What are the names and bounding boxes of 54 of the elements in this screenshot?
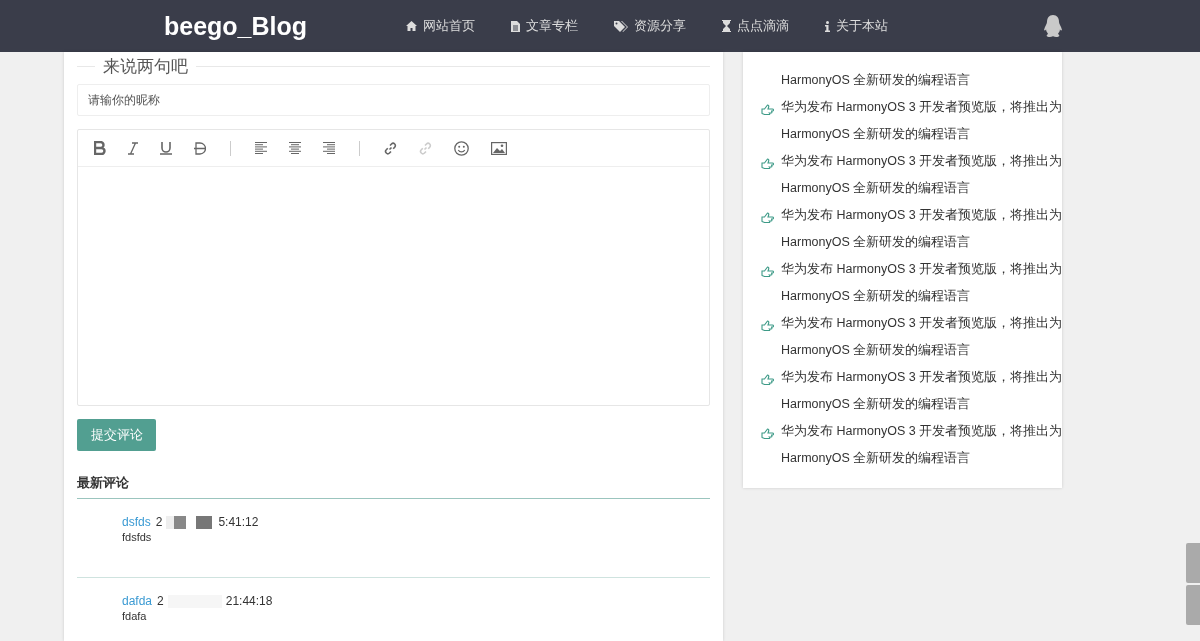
nav-link[interactable]: 网站首页 bbox=[406, 17, 475, 35]
pointing-hand-icon bbox=[761, 104, 774, 115]
article-link[interactable]: 华为发布 HarmonyOS 3 开发者预览版，将推出为 bbox=[781, 148, 1063, 175]
pointing-hand-icon bbox=[761, 428, 774, 439]
nav-link[interactable]: 文章专栏 bbox=[511, 17, 578, 35]
article-link[interactable]: 华为发布 HarmonyOS 3 开发者预览版，将推出为 bbox=[781, 202, 1063, 229]
tags-icon bbox=[614, 20, 628, 32]
site-logo[interactable]: beego_Blog bbox=[164, 11, 406, 41]
comment-time: 21:44:18 bbox=[225, 594, 273, 608]
article-link[interactable]: HarmonyOS 全新研发的编程语言 bbox=[781, 283, 1063, 310]
italic-icon[interactable] bbox=[128, 141, 138, 155]
strikethrough-icon[interactable] bbox=[194, 141, 206, 155]
pointing-hand-icon bbox=[761, 374, 774, 385]
comment-time: 5:41:12 bbox=[218, 515, 259, 529]
article-link[interactable]: HarmonyOS 全新研发的编程语言 bbox=[781, 175, 1063, 202]
article-link[interactable]: 华为发布 HarmonyOS 3 开发者预览版，将推出为 bbox=[781, 94, 1063, 121]
home-icon bbox=[406, 21, 417, 31]
document-icon bbox=[511, 20, 520, 32]
align-right-icon[interactable] bbox=[323, 141, 335, 155]
section-heading: 最新评论 bbox=[77, 474, 710, 499]
comment-text: fdsfds bbox=[122, 531, 153, 543]
article-link[interactable]: HarmonyOS 全新研发的编程语言 bbox=[781, 391, 1063, 418]
article-link[interactable]: HarmonyOS 全新研发的编程语言 bbox=[781, 121, 1063, 148]
image-icon[interactable] bbox=[491, 141, 507, 155]
section-title: 来说两句吧 bbox=[103, 55, 188, 78]
nav-link[interactable]: 资源分享 bbox=[614, 17, 686, 35]
nav-link[interactable]: 关于本站 bbox=[825, 17, 888, 35]
underline-icon[interactable] bbox=[160, 141, 172, 155]
info-icon bbox=[825, 20, 830, 32]
hourglass-icon bbox=[722, 20, 731, 32]
article-link[interactable]: HarmonyOS 全新研发的编程语言 bbox=[781, 229, 1063, 256]
smiley-icon[interactable] bbox=[454, 140, 469, 156]
article-link[interactable]: 华为发布 HarmonyOS 3 开发者预览版，将推出为 bbox=[781, 418, 1063, 445]
bold-icon[interactable] bbox=[94, 141, 106, 155]
article-link[interactable]: HarmonyOS 全新研发的编程语言 bbox=[781, 337, 1063, 364]
redaction-mark bbox=[166, 515, 215, 529]
penguin-icon[interactable] bbox=[1043, 15, 1063, 37]
article-link[interactable]: HarmonyOS 全新研发的编程语言 bbox=[781, 67, 971, 94]
article-link[interactable]: 华为发布 HarmonyOS 3 开发者预览版，将推出为 bbox=[781, 256, 1063, 283]
pointing-hand-icon bbox=[761, 212, 774, 223]
align-left-icon[interactable] bbox=[255, 141, 267, 155]
article-link[interactable]: 华为发布 HarmonyOS 3 开发者预览版，将推出为 bbox=[781, 310, 1063, 337]
comment-text: fdafa bbox=[122, 610, 148, 622]
nav-link[interactable]: 点点滴滴 bbox=[722, 17, 789, 35]
comment-date: 2 bbox=[157, 594, 164, 608]
article-link[interactable]: HarmonyOS 全新研发的编程语言 bbox=[781, 445, 1063, 472]
pointing-hand-icon bbox=[761, 320, 774, 331]
comment-date: 2 bbox=[155, 515, 163, 529]
nickname-field[interactable]: 请输你的昵称 bbox=[77, 84, 710, 116]
pointing-hand-icon bbox=[761, 266, 774, 277]
link-icon[interactable] bbox=[384, 141, 397, 155]
pointing-hand-icon bbox=[761, 158, 774, 169]
align-center-icon[interactable] bbox=[289, 141, 301, 155]
article-link[interactable]: 华为发布 HarmonyOS 3 开发者预览版，将推出为 bbox=[781, 364, 1063, 391]
